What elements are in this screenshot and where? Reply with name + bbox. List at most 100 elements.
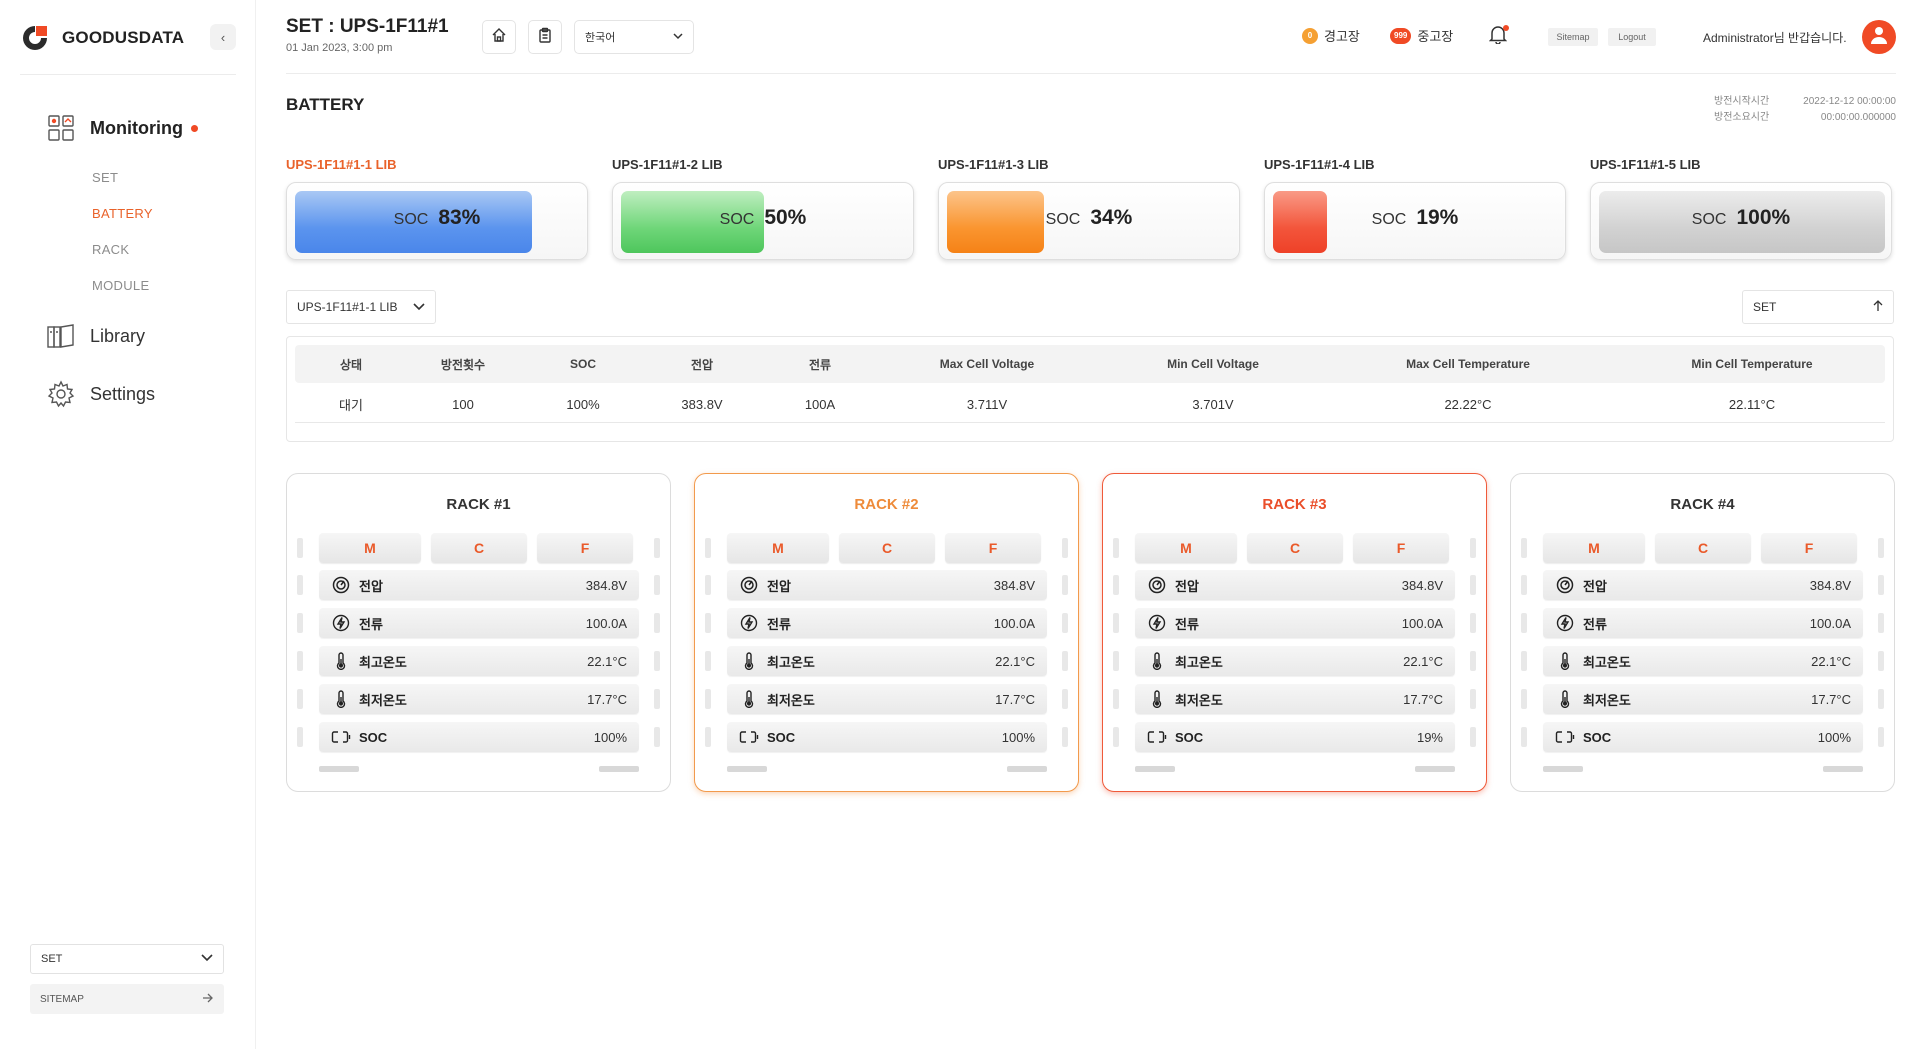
language-select[interactable]: 한국어 bbox=[574, 20, 694, 54]
chevron-down-icon bbox=[201, 953, 213, 965]
lib-title: UPS-1F11#1-1 LIB bbox=[286, 157, 397, 172]
lib-soc-card[interactable]: SOC 34% bbox=[938, 182, 1240, 260]
tab-f[interactable]: F bbox=[945, 533, 1041, 563]
metric-row: SOC 100% bbox=[1521, 722, 1884, 752]
discharge-duration-label: 방전소요시간 bbox=[1714, 112, 1770, 123]
scroll-marker bbox=[705, 651, 711, 671]
metric-value: 17.7°C bbox=[1403, 691, 1443, 707]
metric-label: 최저온도 bbox=[1175, 692, 1223, 708]
notification-dot bbox=[1503, 25, 1509, 31]
horizontal-scrollbar[interactable] bbox=[319, 766, 359, 772]
tab-f[interactable]: F bbox=[537, 533, 633, 563]
metric-label: 전압 bbox=[767, 578, 791, 594]
metric-row: 전류 100.0A bbox=[1521, 608, 1884, 638]
rack-title: RACK #4 bbox=[1670, 496, 1735, 513]
warning-label: 경고장 bbox=[1324, 29, 1360, 44]
rack-card[interactable]: RACK #3 M C F 전압 384.8V 전류 100.0A 최고온도 22.1°C… bbox=[1102, 473, 1487, 792]
metric-row: 전류 100.0A bbox=[1113, 608, 1476, 638]
logout-button[interactable]: Logout bbox=[1608, 28, 1656, 46]
soc-readout: SOC 83% bbox=[287, 206, 587, 230]
scroll-marker bbox=[654, 575, 660, 595]
horizontal-scrollbar[interactable] bbox=[1415, 766, 1455, 772]
logo[interactable]: GOODUSDATA ‹ bbox=[20, 20, 236, 56]
scroll-marker bbox=[654, 727, 660, 747]
notification-button[interactable] bbox=[1484, 22, 1512, 50]
page-title: SET : UPS-1F11#1 bbox=[286, 16, 449, 37]
section-title: BATTERY bbox=[286, 95, 365, 114]
tab-c[interactable]: C bbox=[839, 533, 935, 563]
horizontal-scrollbar[interactable] bbox=[1823, 766, 1863, 772]
nav-library[interactable]: Library bbox=[46, 321, 145, 351]
fault-alarm[interactable]: 999 중고장 bbox=[1390, 26, 1453, 45]
horizontal-scrollbar[interactable] bbox=[1007, 766, 1047, 772]
tab-c[interactable]: C bbox=[1247, 533, 1343, 563]
sort-select[interactable]: SET bbox=[1742, 290, 1894, 324]
soc-label: SOC bbox=[1045, 211, 1081, 228]
set-select-value: SET bbox=[41, 953, 63, 965]
sort-select-value: SET bbox=[1753, 300, 1777, 314]
horizontal-scrollbar[interactable] bbox=[1543, 766, 1583, 772]
column-header: 방전횟수 bbox=[440, 357, 486, 372]
lib-soc-card[interactable]: SOC 100% bbox=[1590, 182, 1892, 260]
metric-value: 384.8V bbox=[993, 577, 1035, 593]
metric-value: 22.1°C bbox=[995, 653, 1035, 669]
timestamp: 01 Jan 2023, 3:00 pm bbox=[286, 42, 393, 54]
tab-m[interactable]: M bbox=[727, 533, 829, 563]
home-button[interactable] bbox=[482, 20, 516, 54]
sidebar-item-module[interactable]: MODULE bbox=[92, 278, 149, 293]
sitemap-link[interactable]: Sitemap bbox=[1548, 28, 1598, 46]
discharge-start-label: 방전시작시간 bbox=[1714, 96, 1770, 107]
rack-card[interactable]: RACK #4 M C F 전압 384.8V 전류 100.0A 최고온도 22.1°C… bbox=[1510, 473, 1895, 792]
metric-row: 최고온도 22.1°C bbox=[1521, 646, 1884, 676]
nav-monitoring[interactable]: Monitoring bbox=[46, 113, 198, 143]
sidebar-item-battery[interactable]: BATTERY bbox=[92, 206, 153, 221]
tab-c[interactable]: C bbox=[431, 533, 527, 563]
tab-m[interactable]: M bbox=[1543, 533, 1645, 563]
scroll-marker bbox=[1062, 575, 1068, 595]
rack-title: RACK #2 bbox=[854, 496, 919, 513]
metric-value: 17.7°C bbox=[1811, 691, 1851, 707]
scroll-marker bbox=[1878, 689, 1884, 709]
scroll-marker bbox=[1470, 727, 1476, 747]
tab-m[interactable]: M bbox=[319, 533, 421, 563]
scroll-marker bbox=[705, 727, 711, 747]
soc-label: SOC bbox=[1371, 211, 1407, 228]
rack-card[interactable]: RACK #1 M C F 전압 384.8V 전류 100.0A 최고온도 22.1°C… bbox=[286, 473, 671, 792]
collapse-sidebar-button[interactable]: ‹ bbox=[210, 24, 236, 50]
sitemap-button[interactable]: SITEMAP bbox=[30, 984, 224, 1014]
set-select[interactable]: SET bbox=[30, 944, 224, 974]
sidebar-item-rack[interactable]: RACK bbox=[92, 242, 129, 257]
scroll-marker bbox=[1878, 575, 1884, 595]
thermometer-icon bbox=[739, 651, 759, 671]
metric-label: SOC bbox=[359, 729, 388, 745]
lib-soc-card[interactable]: SOC 83% bbox=[286, 182, 588, 260]
warning-alarm[interactable]: 0 경고장 bbox=[1302, 26, 1360, 45]
lib-soc-card[interactable]: SOC 50% bbox=[612, 182, 914, 260]
nav-label: Monitoring bbox=[90, 117, 183, 138]
lib-soc-card[interactable]: SOC 19% bbox=[1264, 182, 1566, 260]
tab-f[interactable]: F bbox=[1761, 533, 1857, 563]
metric-label: 최저온도 bbox=[359, 692, 407, 708]
scroll-marker bbox=[1062, 689, 1068, 709]
lib-select[interactable]: UPS-1F11#1-1 LIB bbox=[286, 290, 436, 324]
sidebar-item-set[interactable]: SET bbox=[92, 170, 118, 185]
rack-card[interactable]: RACK #2 M C F 전압 384.8V 전류 100.0A 최고온도 22.1°C… bbox=[694, 473, 1079, 792]
horizontal-scrollbar[interactable] bbox=[727, 766, 767, 772]
table-cell: 383.8V bbox=[681, 396, 723, 412]
tab-f[interactable]: F bbox=[1353, 533, 1449, 563]
gear-icon bbox=[46, 379, 76, 409]
horizontal-scrollbar[interactable] bbox=[1135, 766, 1175, 772]
rack-title: RACK #3 bbox=[1262, 496, 1327, 513]
fault-count-badge: 999 bbox=[1390, 27, 1412, 44]
nav-settings[interactable]: Settings bbox=[46, 379, 155, 409]
horizontal-scrollbar[interactable] bbox=[599, 766, 639, 772]
scroll-marker bbox=[1113, 613, 1119, 633]
battery-icon bbox=[1147, 727, 1167, 747]
tab-c[interactable]: C bbox=[1655, 533, 1751, 563]
metric-label: 전류 bbox=[1583, 616, 1607, 632]
clipboard-button[interactable] bbox=[528, 20, 562, 54]
thermometer-icon bbox=[1555, 689, 1575, 709]
metric-row: 전압 384.8V bbox=[1113, 570, 1476, 600]
tab-m[interactable]: M bbox=[1135, 533, 1237, 563]
avatar[interactable] bbox=[1862, 20, 1896, 54]
